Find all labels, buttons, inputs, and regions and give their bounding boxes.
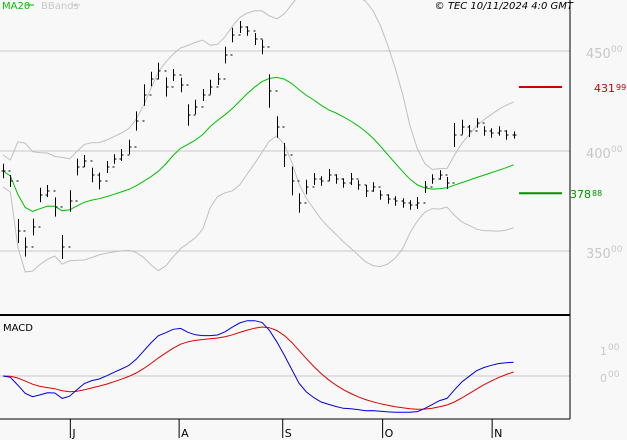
y-tick-decimal: 00 (611, 145, 623, 155)
x-tick-label: J (71, 427, 75, 440)
stock-chart: 431 99378 88 450 00400 00350 001 000 00J A S O N MA… (0, 0, 626, 440)
legend-bbands: BBands (41, 1, 79, 12)
y-tick-decimal: 00 (611, 245, 623, 255)
x-tick-label: S (285, 427, 292, 440)
macd-signal-line (2, 326, 514, 410)
resistance-decimal: 99 (616, 83, 626, 92)
y-tick-label: 400 (586, 147, 611, 162)
macd-tick-label: 0 (600, 372, 607, 385)
macd-line (2, 320, 514, 413)
chart-container: 431 99 378 88 450 00 400 00 350 00 1 00 0 00 J A S O N MA… (0, 0, 627, 440)
x-tick-label: N (494, 427, 502, 440)
y-tick-decimal: 00 (611, 45, 623, 55)
support-decimal: 88 (592, 189, 602, 198)
y-tick-label: 350 (586, 247, 611, 262)
support-label: 378 (570, 188, 591, 201)
y-tick-label: 450 (586, 47, 611, 62)
legend-ma20: MA20 (2, 1, 30, 12)
macd-tick-decimal: 00 (608, 343, 620, 353)
ma20-line (2, 76, 514, 212)
resistance-label: 431 (594, 82, 615, 95)
macd-title: MACD (3, 323, 33, 334)
x-tick-label: A (181, 427, 189, 440)
macd-tick-decimal: 00 (608, 370, 620, 380)
x-tick-label: O (385, 427, 394, 440)
copyright: © TEC 10/11/2024 4:0 GMT (435, 1, 574, 12)
bband-lower (2, 135, 514, 273)
macd-tick-label: 1 (600, 345, 607, 358)
